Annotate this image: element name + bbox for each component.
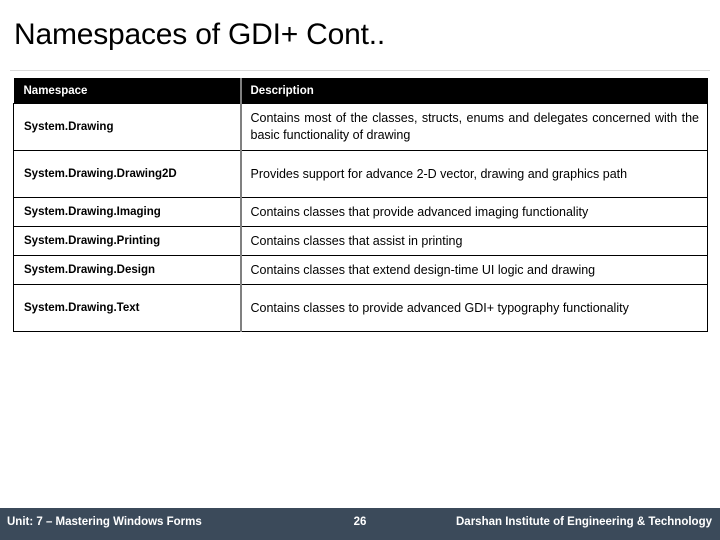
description-text: Provides support for advance 2-D vector,…	[250, 166, 628, 181]
table-row: System.Drawing.Drawing2D Provides suppor…	[13, 150, 708, 198]
namespace-label: System.Drawing	[24, 121, 114, 133]
cell-description: Contains most of the classes, structs, e…	[239, 103, 708, 151]
column-header-namespace: Namespace	[13, 78, 241, 104]
table-row: System.Drawing.Text Contains classes to …	[13, 284, 708, 332]
table-row: System.Drawing.Imaging Contains classes …	[13, 197, 708, 227]
table-header: Namespace Description	[13, 78, 708, 104]
namespaces-table: Namespace Description System.Drawing Con…	[13, 78, 708, 332]
description-text: Contains classes that assist in printing	[250, 233, 463, 248]
cell-namespace: System.Drawing	[13, 103, 241, 151]
description-text: Contains classes to provide advanced GDI…	[250, 300, 629, 315]
title-divider	[10, 70, 710, 71]
namespace-label: System.Drawing.Text	[24, 302, 140, 314]
table-row: System.Drawing Contains most of the clas…	[13, 103, 708, 151]
cell-namespace: System.Drawing.Printing	[13, 226, 241, 256]
cell-description: Contains classes that assist in printing	[239, 226, 708, 256]
cell-namespace: System.Drawing.Drawing2D	[13, 150, 241, 198]
cell-description: Contains classes that provide advanced i…	[239, 197, 708, 227]
table-header-row: Namespace Description	[13, 78, 708, 104]
table-row: System.Drawing.Design Contains classes t…	[13, 255, 708, 285]
footer-institute-label: Darshan Institute of Engineering & Techn…	[456, 516, 712, 528]
description-text: Contains classes that extend design-time…	[250, 262, 596, 277]
page-title: Namespaces of GDI+ Cont..	[14, 18, 385, 51]
namespace-label: System.Drawing.Drawing2D	[24, 168, 177, 180]
namespace-label: System.Drawing.Printing	[24, 235, 161, 247]
column-header-namespace-label: Namespace	[23, 84, 88, 97]
table-row: System.Drawing.Printing Contains classes…	[13, 226, 708, 256]
description-text: Contains classes that provide advanced i…	[250, 204, 589, 219]
cell-description: Contains classes to provide advanced GDI…	[239, 284, 708, 332]
column-header-description-label: Description	[250, 84, 314, 97]
column-header-description: Description	[239, 78, 708, 104]
cell-namespace: System.Drawing.Text	[13, 284, 241, 332]
table-body: System.Drawing Contains most of the clas…	[13, 103, 708, 332]
cell-namespace: System.Drawing.Design	[13, 255, 241, 285]
cell-description: Contains classes that extend design-time…	[239, 255, 708, 285]
namespace-label: System.Drawing.Imaging	[24, 206, 161, 218]
cell-namespace: System.Drawing.Imaging	[13, 197, 241, 227]
namespace-label: System.Drawing.Design	[24, 264, 156, 276]
description-text: Contains most of the classes, structs, e…	[250, 111, 700, 142]
slide-footer: Unit: 7 – Mastering Windows Forms 26 Dar…	[0, 508, 720, 540]
cell-description: Provides support for advance 2-D vector,…	[239, 150, 708, 198]
